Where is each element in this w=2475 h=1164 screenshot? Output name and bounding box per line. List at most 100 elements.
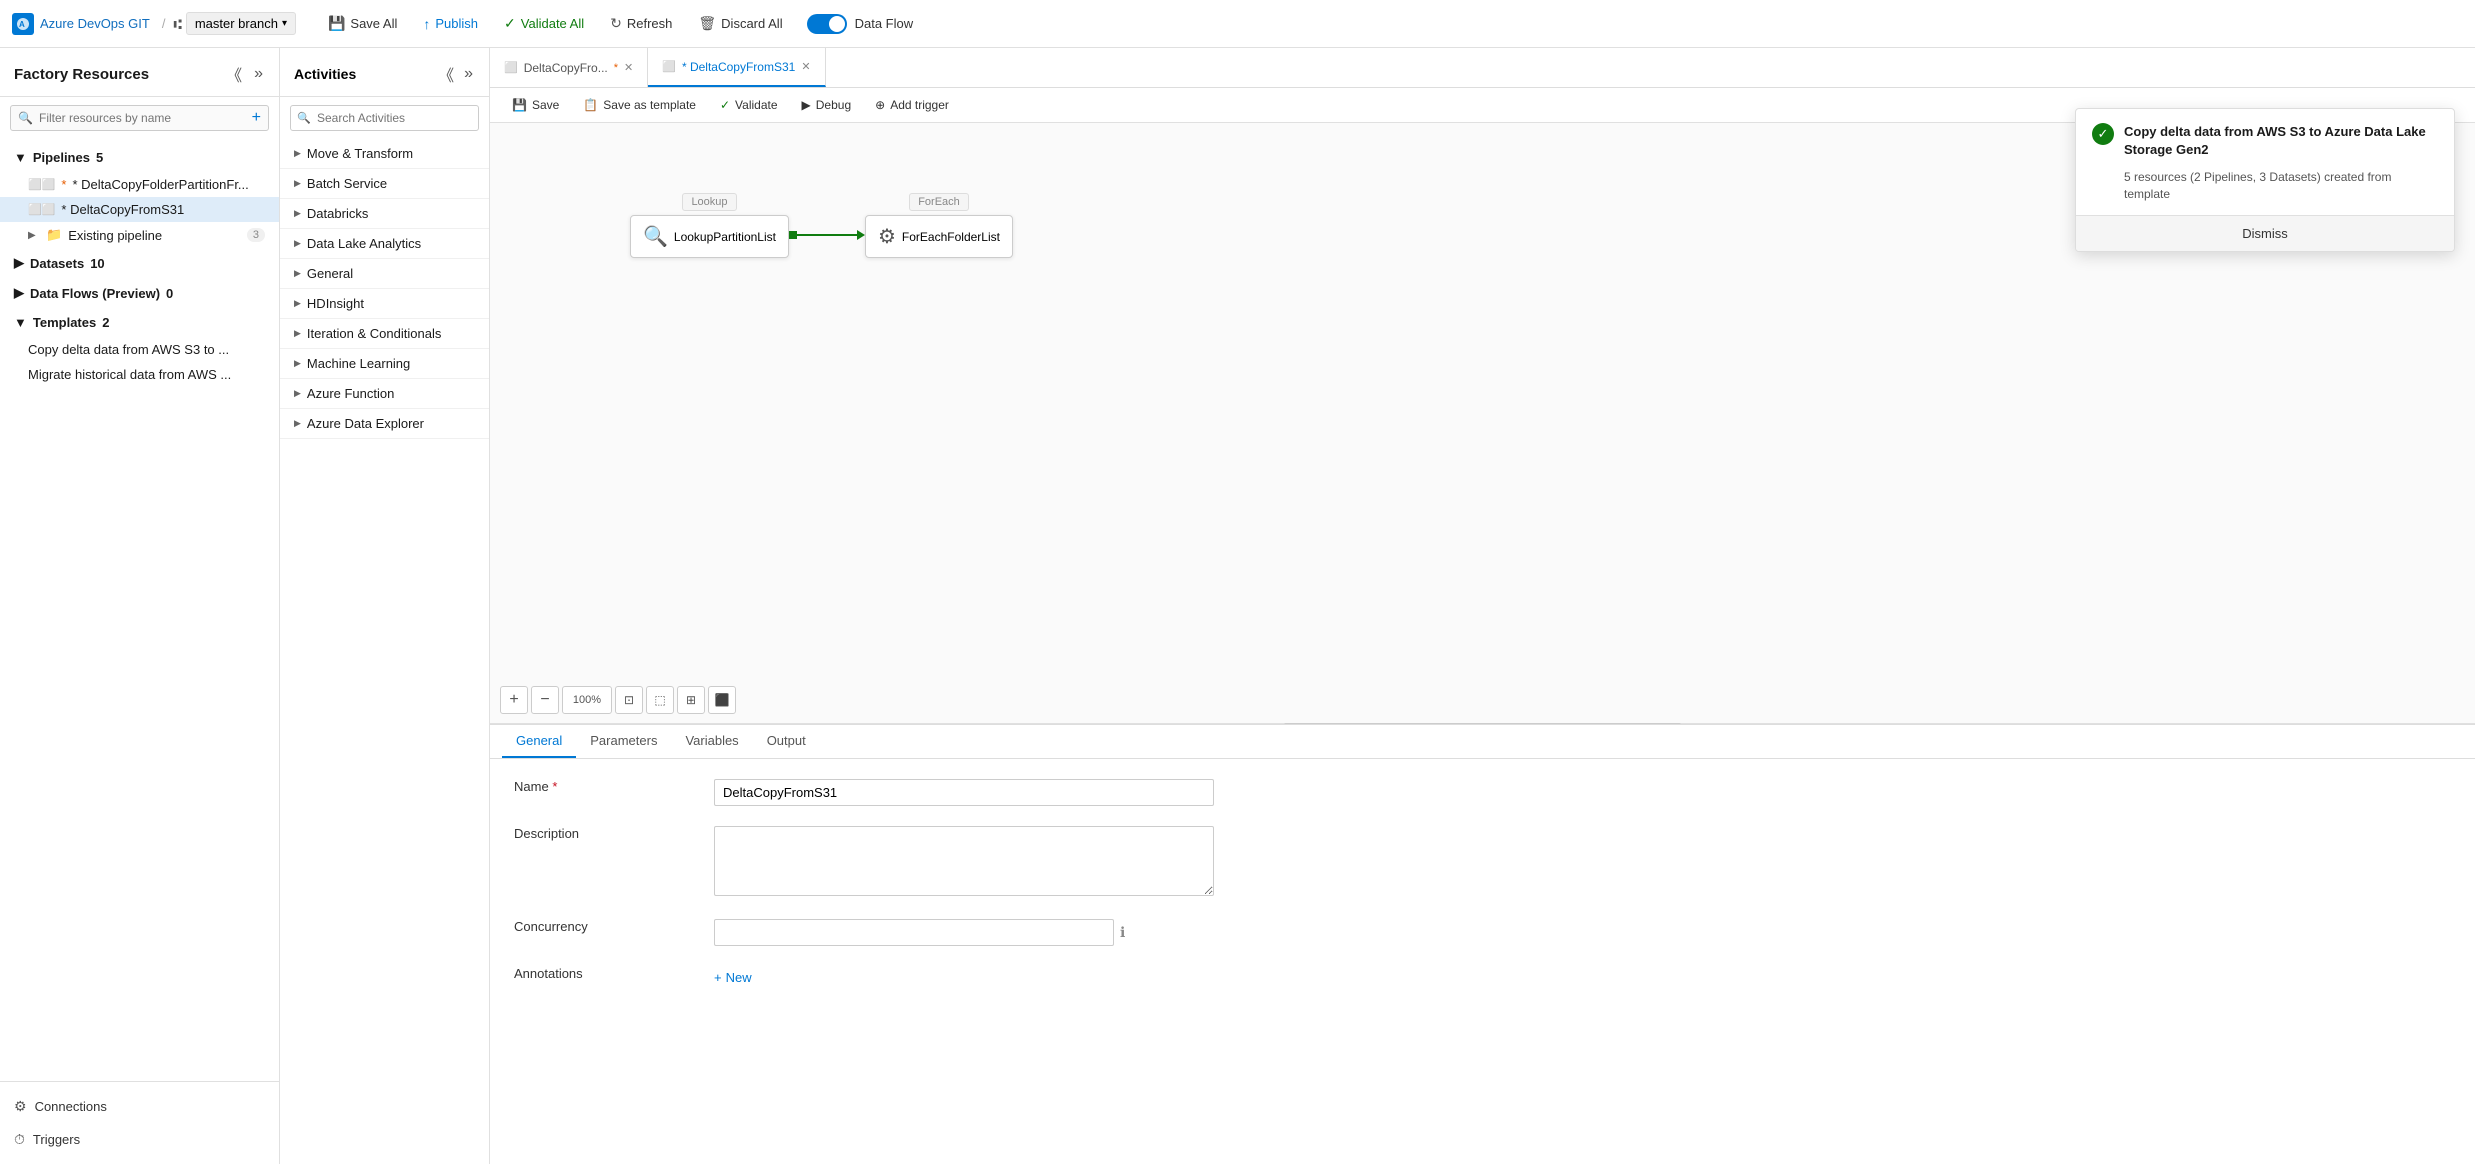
fit-view-button[interactable]: ⊡: [615, 686, 643, 714]
zoom-minus-button[interactable]: −: [531, 686, 559, 714]
add-resource-button[interactable]: +: [252, 109, 261, 127]
template2-label: Migrate historical data from AWS ...: [28, 367, 231, 382]
brand-logo[interactable]: A Azure DevOps GIT: [12, 13, 150, 35]
lookup-node[interactable]: 🔍 LookupPartitionList: [630, 215, 789, 258]
pipelines-section[interactable]: ▼ Pipelines 5: [0, 143, 279, 172]
tab-output[interactable]: Output: [753, 725, 820, 758]
triggers-item[interactable]: ⏱ Triggers: [0, 1123, 279, 1156]
annotations-new-label: New: [726, 970, 752, 985]
canvas-debug-label: Debug: [816, 98, 851, 112]
resource-search-input[interactable]: [10, 105, 269, 131]
activities-expand-icon[interactable]: »: [462, 60, 475, 88]
datasets-expand-icon: ▶: [14, 255, 24, 271]
canvas-add-trigger-button[interactable]: ⊕ Add trigger: [865, 94, 959, 116]
name-input[interactable]: [714, 779, 1214, 806]
lookup-node-inner: 🔍 LookupPartitionList: [643, 224, 776, 249]
data-flow-toggle[interactable]: [807, 14, 847, 34]
template-item-2[interactable]: Migrate historical data from AWS ...: [0, 362, 279, 387]
tab-variables[interactable]: Variables: [671, 725, 752, 758]
resource-tree: ▼ Pipelines 5 ⬜⬜ * * DeltaCopyFolderPart…: [0, 139, 279, 1081]
tab2-close[interactable]: ✕: [801, 60, 810, 73]
hdinsight-arrow: ▶: [294, 298, 301, 309]
activities-search-icon: 🔍: [297, 112, 311, 125]
description-input[interactable]: [714, 826, 1214, 896]
pipeline1-icon: ⬜⬜: [28, 178, 55, 191]
canvas-validate-button[interactable]: ✓ Validate: [710, 94, 788, 116]
canvas-save-icon: 💾: [512, 98, 527, 112]
existing-pipeline-section[interactable]: ▶ 📁 Existing pipeline 3: [0, 222, 279, 248]
top-bar: A Azure DevOps GIT / ⑆ master branch ▾ 💾…: [0, 0, 2475, 48]
dataflows-section[interactable]: ▶ Data Flows (Preview) 0: [0, 278, 279, 308]
lookup-node-icon: 🔍: [643, 224, 668, 249]
annotations-label: Annotations: [514, 960, 583, 981]
activity-group-move-transform[interactable]: ▶ Move & Transform: [280, 139, 489, 169]
pipeline-item-2[interactable]: ⬜⬜ * DeltaCopyFromS31: [0, 197, 279, 222]
connections-label: Connections: [35, 1099, 107, 1114]
activity-group-azure-data-explorer[interactable]: ▶ Azure Data Explorer: [280, 409, 489, 439]
tab-output-label: Output: [767, 733, 806, 748]
sidebar-collapse-icon[interactable]: 《: [224, 60, 244, 88]
activity-group-hdinsight[interactable]: ▶ HDInsight: [280, 289, 489, 319]
activity-group-iteration-conditionals[interactable]: ▶ Iteration & Conditionals: [280, 319, 489, 349]
data-lake-analytics-arrow: ▶: [294, 238, 301, 249]
foreach-node[interactable]: ⚙ ForEachFolderList: [865, 215, 1013, 258]
zoom-plus-button[interactable]: +: [500, 686, 528, 714]
svg-text:A: A: [19, 20, 25, 29]
activities-collapse-icon[interactable]: 《: [436, 60, 456, 88]
branch-selector[interactable]: master branch ▾: [186, 12, 296, 35]
validate-all-button[interactable]: ✓ Validate All: [492, 10, 596, 37]
annotations-label-cell: Annotations: [514, 966, 694, 989]
select-mode-button[interactable]: ⬚: [646, 686, 674, 714]
save-all-button[interactable]: 💾 Save All: [316, 10, 409, 37]
concurrency-input[interactable]: [714, 919, 1114, 946]
data-flow-toggle-container: Data Flow: [807, 14, 914, 34]
template-item-1[interactable]: Copy delta data from AWS S3 to ...: [0, 337, 279, 362]
concurrency-label: Concurrency: [514, 913, 588, 934]
connector-line: [797, 234, 857, 236]
pipeline-item-1[interactable]: ⬜⬜ * * DeltaCopyFolderPartitionFr...: [0, 172, 279, 197]
tab-parameters[interactable]: Parameters: [576, 725, 671, 758]
pipelines-count: 5: [96, 150, 103, 165]
datasets-section[interactable]: ▶ Datasets 10: [0, 248, 279, 278]
tab1-modified: *: [614, 62, 618, 74]
description-label-cell: Description: [514, 826, 694, 899]
tab-general[interactable]: General: [502, 725, 576, 758]
pipeline-tab-1[interactable]: ⬜ DeltaCopyFro... * ✕: [490, 48, 648, 87]
grid-view-button[interactable]: ⊞: [677, 686, 705, 714]
discard-all-button[interactable]: 🗑 Discard All: [686, 10, 794, 37]
canvas-debug-button[interactable]: ▶ Debug: [792, 94, 862, 116]
publish-button[interactable]: ↑ Publish: [411, 11, 490, 37]
activities-panel: Activities 《 » 🔍 ▶ Move & Transform ▶ Ba…: [280, 48, 490, 1164]
name-input-cell: [714, 779, 2451, 806]
activity-group-general[interactable]: ▶ General: [280, 259, 489, 289]
annotations-new-button[interactable]: + New: [714, 966, 752, 989]
refresh-button[interactable]: ↻ Refresh: [598, 10, 684, 37]
screenshot-button[interactable]: ⬛: [708, 686, 736, 714]
batch-service-arrow: ▶: [294, 178, 301, 189]
pipeline-canvas[interactable]: Lookup 🔍 LookupPartitionList: [490, 123, 2475, 1164]
templates-count: 2: [102, 315, 109, 330]
azure-function-label: Azure Function: [307, 386, 394, 401]
activity-group-machine-learning[interactable]: ▶ Machine Learning: [280, 349, 489, 379]
activity-group-data-lake-analytics[interactable]: ▶ Data Lake Analytics: [280, 229, 489, 259]
activity-group-batch-service[interactable]: ▶ Batch Service: [280, 169, 489, 199]
toast-dismiss-button[interactable]: Dismiss: [2076, 215, 2454, 251]
connections-item[interactable]: ⚙ Connections: [0, 1090, 279, 1123]
canvas-save-template-button[interactable]: 📋 Save as template: [573, 94, 706, 116]
activities-search-input[interactable]: [290, 105, 479, 131]
toggle-knob: [829, 16, 845, 32]
canvas-save-button[interactable]: 💾 Save: [502, 94, 569, 116]
pipeline-tab-2[interactable]: ⬜ * DeltaCopyFromS31 ✕: [648, 48, 825, 87]
annotations-plus-icon: +: [714, 970, 722, 985]
sidebar-expand-icon[interactable]: »: [252, 63, 265, 85]
activity-group-azure-function[interactable]: ▶ Azure Function: [280, 379, 489, 409]
bottom-tabs: General Parameters Variables Output: [490, 725, 2475, 759]
publish-label: Publish: [435, 16, 478, 31]
templates-section[interactable]: ▼ Templates 2: [0, 308, 279, 337]
zoom-percent-button[interactable]: 100%: [562, 686, 612, 714]
tab1-close[interactable]: ✕: [624, 61, 633, 74]
sidebar-header: Factory Resources 《 »: [0, 48, 279, 97]
lookup-node-container: Lookup 🔍 LookupPartitionList: [630, 193, 789, 258]
activity-group-databricks[interactable]: ▶ Databricks: [280, 199, 489, 229]
toast-description: 5 resources (2 Pipelines, 3 Datasets) cr…: [2076, 165, 2454, 215]
